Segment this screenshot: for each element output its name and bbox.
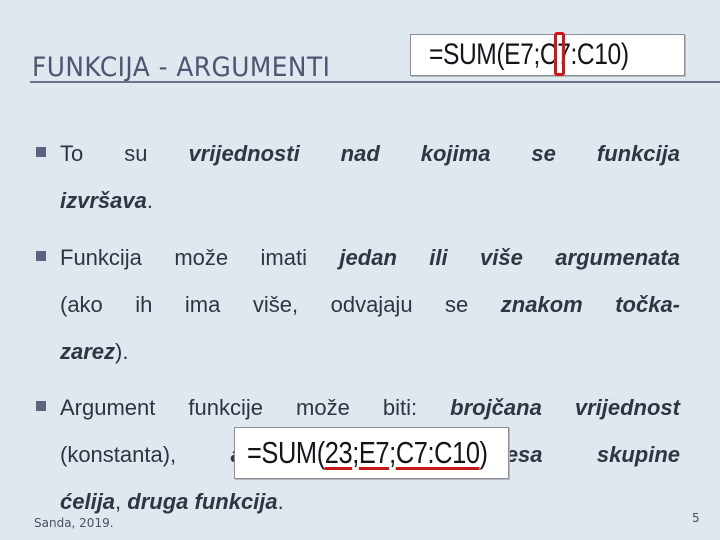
emphasis-text: jedan ili više argumenata bbox=[339, 245, 680, 270]
bullet-square-icon bbox=[36, 251, 46, 261]
plain-text: , bbox=[115, 489, 128, 514]
formula-text: =SUM(E7;C7:C10) bbox=[429, 38, 629, 72]
plain-text: Funkcija može imati bbox=[60, 245, 340, 270]
text-line: zarez). bbox=[60, 328, 680, 375]
slide-title: FUNKCIJA - ARGUMENTI bbox=[32, 52, 331, 83]
text-line: ćelija, druga funkcija. bbox=[60, 478, 680, 525]
text-line: (ako ih ima više, odvajaju se znakom toč… bbox=[60, 281, 680, 328]
emphasis-text: izvršava bbox=[60, 188, 147, 213]
bullet-text: Funkcija može imati jedan ili više argum… bbox=[60, 234, 680, 375]
emphasis-text: zarez bbox=[60, 339, 116, 364]
bullet-square-icon bbox=[36, 401, 46, 411]
formula-argument: E7 bbox=[358, 435, 390, 470]
plain-text: . bbox=[146, 188, 153, 213]
title-divider bbox=[30, 81, 720, 83]
formula-text: =SUM(23;E7;C7:C10) bbox=[247, 435, 488, 471]
plain-text: ). bbox=[115, 339, 129, 364]
plain-text: (konstanta), bbox=[60, 442, 231, 467]
plain-text: (ako ih ima više, odvajaju se bbox=[60, 292, 501, 317]
formula-function: =SUM( bbox=[247, 435, 325, 470]
footer-author: Sanda, 2019. bbox=[34, 516, 114, 530]
formula-argument: C7:C10 bbox=[395, 435, 480, 470]
emphasis-text: ćelija bbox=[60, 489, 116, 514]
formula-argument: 23 bbox=[324, 435, 353, 470]
emphasis-text: brojčana vrijednost bbox=[450, 395, 680, 420]
text-line: Funkcija može imati jedan ili više argum… bbox=[60, 234, 680, 281]
text-line: To su vrijednosti nad kojima se funkcija bbox=[60, 130, 680, 177]
emphasis-text: znakom točka- bbox=[500, 292, 681, 317]
formula-close: ) bbox=[479, 435, 488, 470]
plain-text: To su bbox=[60, 141, 189, 166]
bullet-item: Funkcija može imati jedan ili više argum… bbox=[36, 234, 680, 375]
formula-prefix: =SUM(E7 bbox=[429, 38, 534, 71]
plain-text: . bbox=[277, 489, 284, 514]
formula-image-arguments: =SUM(23;E7;C7:C10) bbox=[234, 427, 509, 479]
separator-highlight bbox=[554, 32, 565, 76]
emphasis-text: vrijednosti nad kojima se funkcija bbox=[188, 141, 681, 166]
text-line: Argument funkcije može biti: brojčana vr… bbox=[60, 384, 680, 431]
plain-text: Argument funkcije može biti: bbox=[60, 395, 451, 420]
text-line: izvršava. bbox=[60, 177, 680, 224]
bullet-square-icon bbox=[36, 147, 46, 157]
bullet-text: To su vrijednosti nad kojima se funkcija… bbox=[60, 130, 680, 224]
emphasis-text: druga funkcija bbox=[127, 489, 278, 514]
page-number: 5 bbox=[692, 511, 700, 525]
formula-image-semicolon: =SUM(E7;C7:C10) bbox=[410, 34, 685, 76]
bullet-item: To su vrijednosti nad kojima se funkcija… bbox=[36, 130, 680, 224]
